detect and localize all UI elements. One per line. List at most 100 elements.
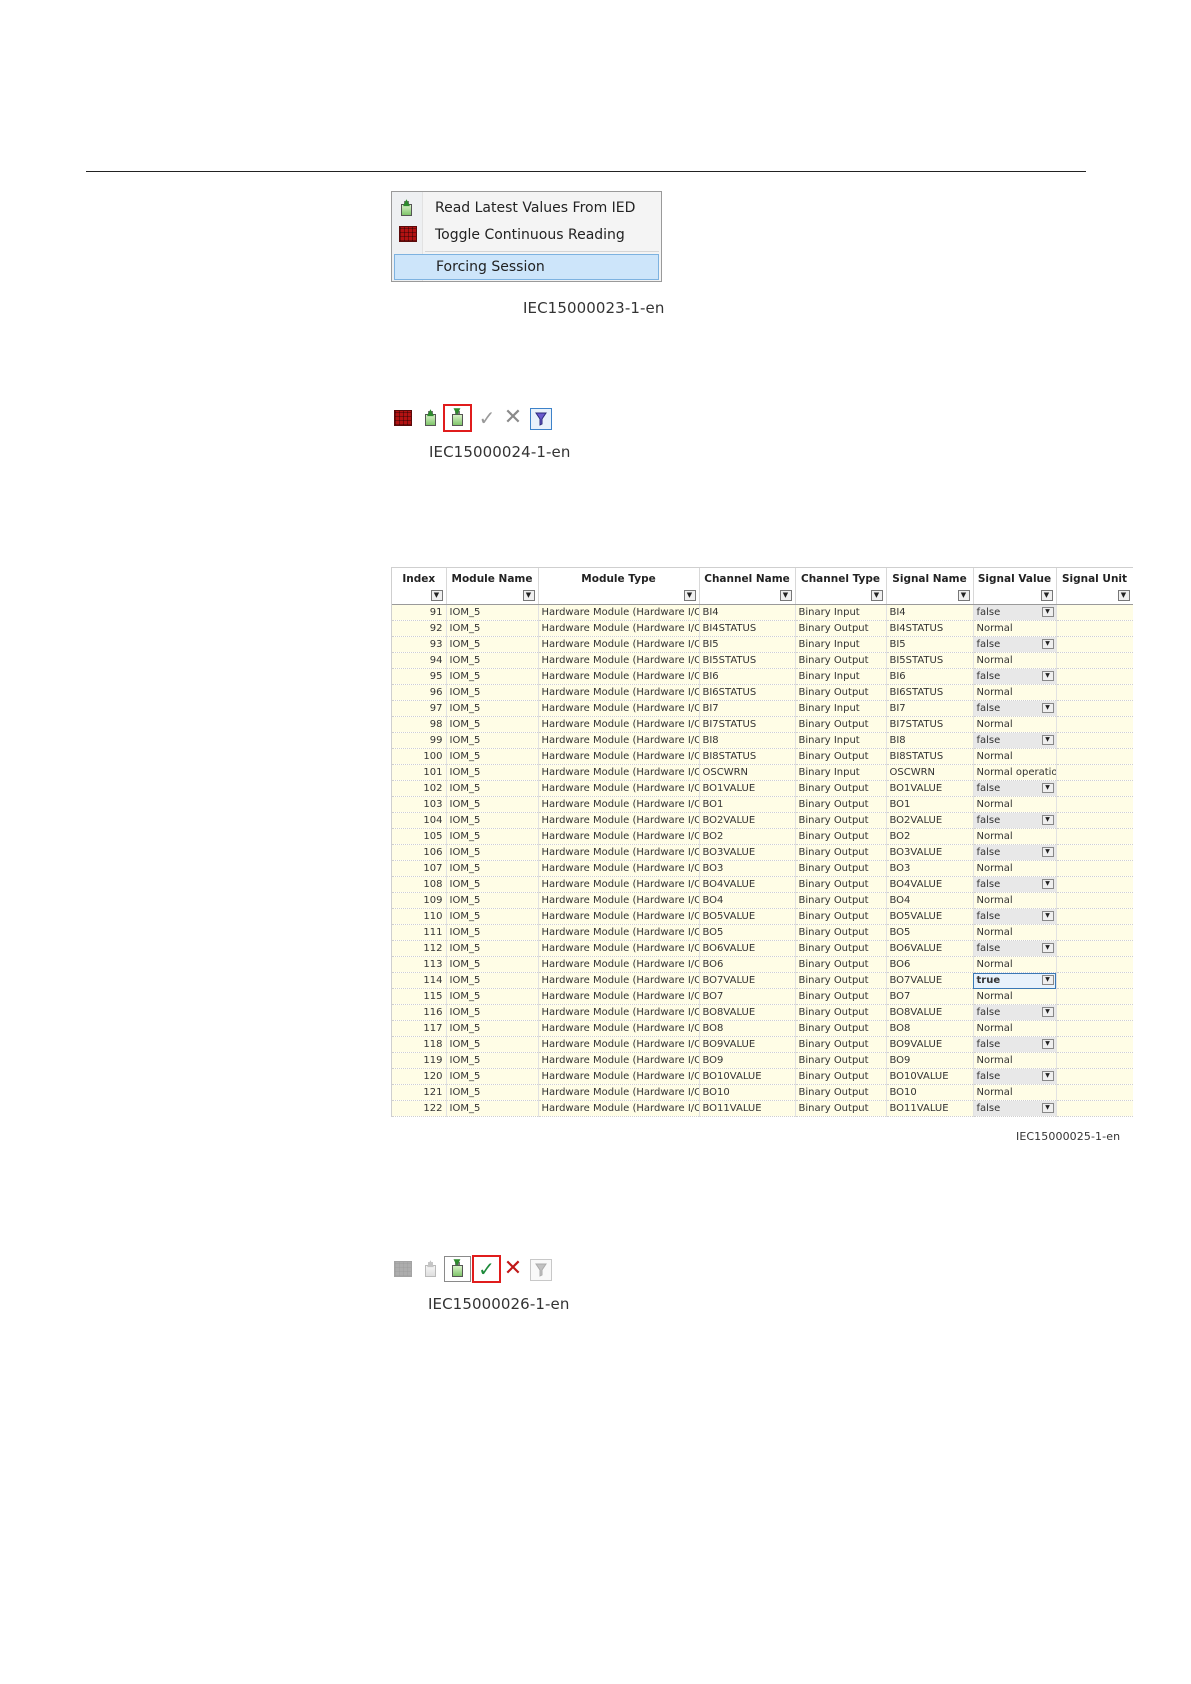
table-row[interactable]: 105 IOM_5 Hardware Module (Hardware I/O) BO… bbox=[392, 828, 1133, 845]
value-cell[interactable]: Normal bbox=[973, 828, 1057, 845]
value-dropdown-button[interactable]: ▼ bbox=[1041, 703, 1054, 713]
table-row[interactable]: 98 IOM_5 Hardware Module (Hardware I/O) BI7… bbox=[392, 716, 1133, 733]
table-row[interactable]: 122 IOM_5 Hardware Module (Hardware I/O) BO… bbox=[392, 1100, 1133, 1117]
table-row[interactable]: 103 IOM_5 Hardware Module (Hardware I/O) BO… bbox=[392, 796, 1133, 813]
filter-dropdown-button[interactable]: ▼ bbox=[522, 590, 535, 601]
commit-values-button[interactable]: ✓ bbox=[472, 1255, 501, 1283]
value-cell[interactable]: Normal bbox=[973, 1052, 1057, 1069]
filter-dropdown-button[interactable]: ▼ bbox=[683, 590, 696, 601]
value-cell[interactable]: false ▼ bbox=[973, 844, 1057, 861]
filter-button[interactable] bbox=[529, 1256, 553, 1282]
value-dropdown-button[interactable]: ▼ bbox=[1041, 847, 1054, 857]
table-row[interactable]: 96 IOM_5 Hardware Module (Hardware I/O) BI6… bbox=[392, 684, 1133, 701]
toggle-continuous-reading-button[interactable] bbox=[391, 405, 415, 431]
value-dropdown-button[interactable]: ▼ bbox=[1041, 1039, 1054, 1049]
value-cell[interactable]: Normal bbox=[973, 892, 1057, 909]
column-header[interactable]: Signal Value bbox=[973, 568, 1057, 589]
menu-item-toggle-continuous-reading[interactable]: Toggle Continuous Reading bbox=[392, 222, 661, 248]
filter-dropdown-button[interactable]: ▼ bbox=[430, 590, 443, 601]
commit-values-button[interactable]: ✓ bbox=[475, 405, 499, 431]
value-cell[interactable]: false ▼ bbox=[973, 732, 1057, 749]
table-row[interactable]: 95 IOM_5 Hardware Module (Hardware I/O) BI6… bbox=[392, 668, 1133, 685]
value-cell[interactable]: Normal bbox=[973, 684, 1057, 701]
table-row[interactable]: 97 IOM_5 Hardware Module (Hardware I/O) BI7… bbox=[392, 700, 1133, 717]
table-row[interactable]: 111 IOM_5 Hardware Module (Hardware I/O) BO… bbox=[392, 924, 1133, 941]
table-row[interactable]: 109 IOM_5 Hardware Module (Hardware I/O) BO… bbox=[392, 892, 1133, 909]
value-cell[interactable]: false ▼ bbox=[973, 812, 1057, 829]
table-row[interactable]: 112 IOM_5 Hardware Module (Hardware I/O) BO… bbox=[392, 940, 1133, 957]
value-cell[interactable]: false ▼ bbox=[973, 668, 1057, 685]
table-row[interactable]: 107 IOM_5 Hardware Module (Hardware I/O) BO… bbox=[392, 860, 1133, 877]
value-cell[interactable]: false ▼ bbox=[973, 1100, 1057, 1117]
table-row[interactable]: 110 IOM_5 Hardware Module (Hardware I/O) BO… bbox=[392, 908, 1133, 925]
table-row[interactable]: 119 IOM_5 Hardware Module (Hardware I/O) BO… bbox=[392, 1052, 1133, 1069]
value-cell[interactable]: false ▼ bbox=[973, 1004, 1057, 1021]
value-dropdown-button[interactable]: ▼ bbox=[1041, 639, 1054, 649]
value-dropdown-button[interactable]: ▼ bbox=[1041, 975, 1054, 985]
value-dropdown-button[interactable]: ▼ bbox=[1041, 671, 1054, 681]
value-dropdown-button[interactable]: ▼ bbox=[1041, 1103, 1054, 1113]
table-row[interactable]: 104 IOM_5 Hardware Module (Hardware I/O) BO… bbox=[392, 812, 1133, 829]
value-cell[interactable]: Normal bbox=[973, 620, 1057, 637]
value-dropdown-button[interactable]: ▼ bbox=[1041, 911, 1054, 921]
table-row[interactable]: 121 IOM_5 Hardware Module (Hardware I/O) BO… bbox=[392, 1084, 1133, 1101]
cancel-forcing-button[interactable]: ✕ bbox=[501, 1256, 525, 1282]
column-header[interactable]: Channel Name bbox=[699, 568, 796, 589]
filter-dropdown-button[interactable]: ▼ bbox=[1117, 590, 1130, 601]
value-dropdown-button[interactable]: ▼ bbox=[1041, 783, 1054, 793]
table-row[interactable]: 114 IOM_5 Hardware Module (Hardware I/O) BO… bbox=[392, 972, 1133, 989]
table-row[interactable]: 100 IOM_5 Hardware Module (Hardware I/O) BI… bbox=[392, 748, 1133, 765]
filter-dropdown-button[interactable]: ▼ bbox=[1040, 590, 1053, 601]
table-row[interactable]: 101 IOM_5 Hardware Module (Hardware I/O) OS… bbox=[392, 764, 1133, 781]
table-row[interactable]: 94 IOM_5 Hardware Module (Hardware I/O) BI5… bbox=[392, 652, 1133, 669]
start-forcing-button[interactable]: ▼ bbox=[444, 1256, 471, 1282]
value-dropdown-button[interactable]: ▼ bbox=[1041, 1071, 1054, 1081]
filter-button[interactable] bbox=[529, 405, 553, 431]
table-row[interactable]: 120 IOM_5 Hardware Module (Hardware I/O) BO… bbox=[392, 1068, 1133, 1085]
value-dropdown-button[interactable]: ▼ bbox=[1041, 815, 1054, 825]
column-header[interactable]: Module Type bbox=[538, 568, 700, 589]
table-row[interactable]: 99 IOM_5 Hardware Module (Hardware I/O) BI8… bbox=[392, 732, 1133, 749]
table-row[interactable]: 116 IOM_5 Hardware Module (Hardware I/O) BO… bbox=[392, 1004, 1133, 1021]
value-cell[interactable]: Normal bbox=[973, 1084, 1057, 1101]
filter-dropdown-button[interactable]: ▼ bbox=[870, 590, 883, 601]
value-cell[interactable]: false ▼ bbox=[973, 908, 1057, 925]
value-dropdown-button[interactable]: ▼ bbox=[1041, 735, 1054, 745]
table-row[interactable]: 91 IOM_5 Hardware Module (Hardware I/O) BI4… bbox=[392, 604, 1133, 621]
start-forcing-button[interactable]: ▼ bbox=[443, 404, 472, 432]
value-cell[interactable]: Normal bbox=[973, 1020, 1057, 1037]
column-header[interactable]: Signal Unit bbox=[1056, 568, 1133, 589]
cancel-forcing-button[interactable]: ✕ bbox=[501, 405, 525, 431]
filter-dropdown-button[interactable]: ▼ bbox=[779, 590, 792, 601]
menu-item-read-latest-values[interactable]: ▲ Read Latest Values From IED bbox=[392, 195, 661, 221]
value-cell[interactable]: Normal operation bbox=[973, 764, 1057, 781]
read-values-button[interactable]: ▲ bbox=[419, 405, 443, 431]
value-dropdown-button[interactable]: ▼ bbox=[1041, 607, 1054, 617]
value-cell[interactable]: false ▼ bbox=[973, 636, 1057, 653]
column-header[interactable]: Module Name bbox=[446, 568, 539, 589]
value-cell[interactable]: false ▼ bbox=[973, 700, 1057, 717]
value-cell[interactable]: true ▼ bbox=[973, 972, 1057, 989]
toggle-continuous-reading-button[interactable] bbox=[391, 1256, 415, 1282]
value-dropdown-button[interactable]: ▼ bbox=[1041, 943, 1054, 953]
value-cell[interactable]: false ▼ bbox=[973, 1036, 1057, 1053]
read-values-button[interactable]: ▲ bbox=[419, 1256, 443, 1282]
table-row[interactable]: 118 IOM_5 Hardware Module (Hardware I/O) BO… bbox=[392, 1036, 1133, 1053]
value-cell[interactable]: Normal bbox=[973, 988, 1057, 1005]
value-cell[interactable]: Normal bbox=[973, 716, 1057, 733]
value-cell[interactable]: false ▼ bbox=[973, 780, 1057, 797]
column-header[interactable]: Index bbox=[392, 568, 447, 589]
value-cell[interactable]: Normal bbox=[973, 796, 1057, 813]
value-cell[interactable]: Normal bbox=[973, 956, 1057, 973]
filter-dropdown-button[interactable]: ▼ bbox=[957, 590, 970, 601]
table-row[interactable]: 108 IOM_5 Hardware Module (Hardware I/O) BO… bbox=[392, 876, 1133, 893]
table-row[interactable]: 117 IOM_5 Hardware Module (Hardware I/O) BO… bbox=[392, 1020, 1133, 1037]
menu-item-forcing-session[interactable]: Forcing Session bbox=[394, 254, 659, 280]
value-cell[interactable]: Normal bbox=[973, 748, 1057, 765]
value-cell[interactable]: false ▼ bbox=[973, 940, 1057, 957]
table-row[interactable]: 106 IOM_5 Hardware Module (Hardware I/O) BO… bbox=[392, 844, 1133, 861]
value-cell[interactable]: Normal bbox=[973, 924, 1057, 941]
value-cell[interactable]: false ▼ bbox=[973, 604, 1057, 621]
table-row[interactable]: 102 IOM_5 Hardware Module (Hardware I/O) BO… bbox=[392, 780, 1133, 797]
value-cell[interactable]: Normal bbox=[973, 652, 1057, 669]
